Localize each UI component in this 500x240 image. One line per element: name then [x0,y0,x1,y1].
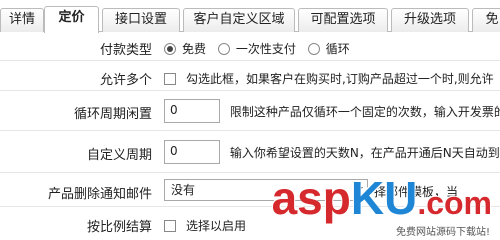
prorata-label: 按比例结算 [86,220,152,235]
radio-free[interactable] [164,43,176,55]
payment-recurring-label: 循环 [325,42,350,56]
prorata-checkbox[interactable] [164,220,176,232]
tab-module-settings[interactable]: 接口设置 [102,8,180,32]
tab-details[interactable]: 详情 [0,8,44,32]
delete-notify-label: 产品删除通知邮件 [47,187,152,202]
custom-cycle-row: 自定义周期 0 输入你希望设置的天数N，在产品开通后N天自动到 [0,131,500,173]
tab-custom-fields[interactable]: 客户自定义区域 [183,8,295,32]
tab-bar: 详情 定价 接口设置 客户自定义区域 可配置选项 升级选项 免 [0,0,500,33]
custom-cycle-label: 自定义周期 [86,148,152,163]
watermark-u: U [384,172,418,224]
site-watermark-logo: aspKU.com [272,175,492,226]
allow-multiple-row: 允许多个 勾选此框，如果客户在购买时,订购产品超过一个时,则允许 [0,61,500,91]
tab-pricing[interactable]: 定价 [44,6,99,33]
payment-free-label: 免费 [182,42,207,56]
pricing-panel: 付款类型 免费 一次性支付 循环 允许多个 勾选此框，如果客户在购买时,订购产品… [0,33,500,240]
radio-recurring[interactable] [307,43,320,55]
payment-type-row: 付款类型 免费 一次性支付 循环 [0,33,500,61]
prorata-text: 选择以启用 [186,219,247,233]
tab-upgrade-options[interactable]: 升级选项 [391,8,469,32]
watermark-asp: asp [271,172,351,224]
watermark-subtitle: 免费网站源码下载站! [395,227,490,238]
payment-free-option[interactable]: 免费 [164,42,210,56]
payment-recurring-option[interactable]: 循环 [307,42,350,56]
recurring-cycle-cell: 0 限制这种产品仅循环一个固定的次数，输入开发票的 [164,99,500,123]
payment-onetime-option[interactable]: 一次性支付 [217,42,300,56]
radio-onetime[interactable] [217,43,230,55]
payment-type-label: 付款类型 [99,43,152,58]
delete-notify-selected: 没有 [171,183,196,197]
watermark-k: K [350,172,385,224]
tab-configurable-options[interactable]: 可配置选项 [298,8,388,32]
recurring-cycle-row: 循环周期闲置 0 限制这种产品仅循环一个固定的次数，输入开发票的 [0,91,500,131]
payment-onetime-label: 一次性支付 [235,42,296,56]
prorata-cell: 选择以启用 [164,217,246,234]
recurring-cycle-input[interactable]: 0 [164,99,220,123]
tab-free-domain[interactable]: 免 [472,8,500,32]
custom-cycle-hint: 输入你希望设置的天数N，在产品开通后N天自动到 [229,145,500,160]
allow-multiple-label: 允许多个 [99,73,152,88]
custom-cycle-cell: 0 输入你希望设置的天数N，在产品开通后N天自动到 [164,140,500,164]
payment-type-options: 免费 一次性支付 循环 [164,40,350,57]
allow-multiple-text: 勾选此框，如果客户在购买时,订购产品超过一个时,则允许 [186,72,494,86]
recurring-cycle-hint: 限制这种产品仅循环一个固定的次数，输入开发票的 [229,104,500,119]
allow-multiple-cell: 勾选此框，如果客户在购买时,订购产品超过一个时,则允许 [164,70,494,87]
watermark-domain: .com [417,185,492,221]
custom-cycle-input[interactable]: 0 [164,140,220,164]
allow-multiple-checkbox[interactable] [164,73,176,85]
recurring-cycle-label: 循环周期闲置 [73,107,152,122]
